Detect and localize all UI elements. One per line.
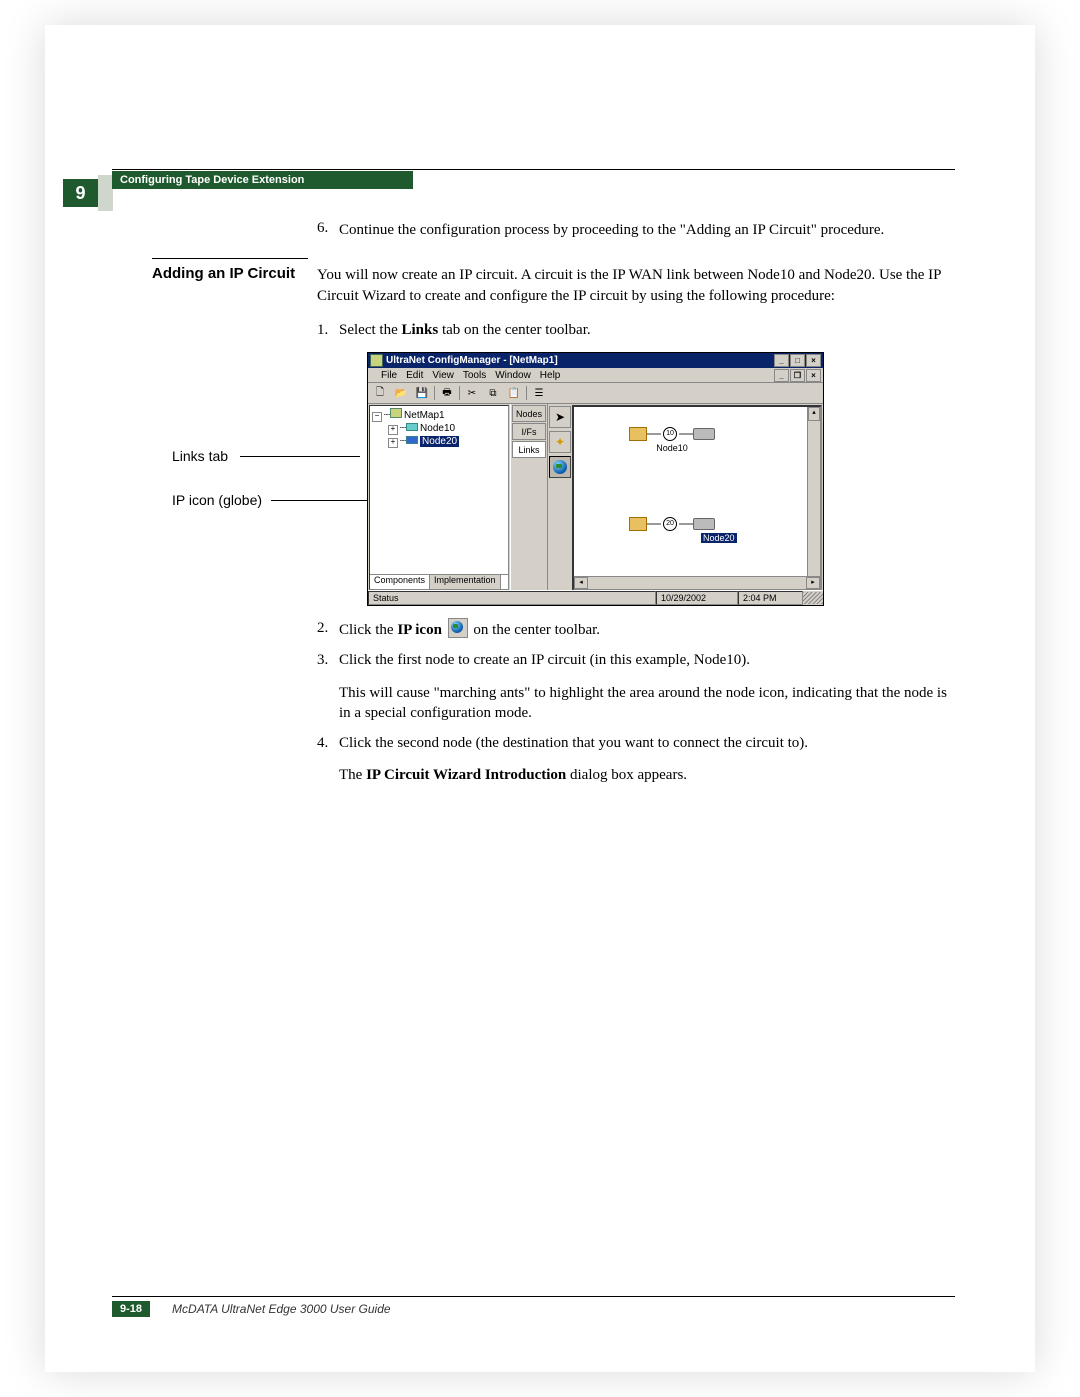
node20-label: Node20 xyxy=(701,533,737,543)
device-icon[interactable] xyxy=(629,427,647,441)
tb-sep xyxy=(526,386,527,400)
mdi-close-button[interactable]: × xyxy=(806,369,821,382)
mdi-restore-button[interactable]: ❐ xyxy=(790,369,805,382)
vtab-nodes[interactable]: Nodes xyxy=(512,405,546,422)
resize-grip[interactable] xyxy=(803,592,823,604)
page-number-badge: 9-18 xyxy=(112,1301,150,1317)
vtab-links[interactable]: Links xyxy=(512,441,546,458)
server-icon[interactable] xyxy=(693,518,715,530)
tb-save[interactable]: 💾 xyxy=(413,384,431,402)
tb-cut[interactable]: ✂ xyxy=(463,384,481,402)
status-time: 2:04 PM xyxy=(738,591,803,605)
tb-props[interactable]: ☰ xyxy=(530,384,548,402)
maximize-button[interactable]: □ xyxy=(790,354,805,367)
tb-open[interactable]: 📂 xyxy=(392,384,410,402)
tree-node20[interactable]: Node20 xyxy=(420,436,459,447)
canvas-vscroll[interactable]: ▴ xyxy=(807,407,820,577)
netmap-icon xyxy=(390,408,402,418)
tool-ip-globe[interactable] xyxy=(549,456,571,478)
minimize-button[interactable]: _ xyxy=(774,354,789,367)
tree-root[interactable]: NetMap1 xyxy=(404,410,445,421)
step3-text: Click the first node to create an IP cir… xyxy=(339,650,952,723)
tree-tab-implementation[interactable]: Implementation xyxy=(430,575,501,589)
step6-number: 6. xyxy=(317,220,339,240)
app-icon xyxy=(370,354,383,367)
menu-file[interactable]: File xyxy=(381,370,397,381)
menu-view[interactable]: View xyxy=(432,370,454,381)
callout-links-line xyxy=(240,456,360,457)
mdi-minimize-button[interactable]: _ xyxy=(774,369,789,382)
step2-text: Click the IP icon on the center toolbar. xyxy=(339,618,952,640)
window-title: UltraNet ConfigManager - [NetMap1] xyxy=(386,355,774,366)
tb-sep xyxy=(434,386,435,400)
tree-expander[interactable]: + xyxy=(388,425,398,435)
section-intro: You will now create an IP circuit. A cir… xyxy=(317,265,952,306)
node10-label: Node10 xyxy=(629,443,715,453)
tree-expander[interactable]: − xyxy=(372,412,382,422)
status-date: 10/29/2002 xyxy=(656,591,738,605)
status-label: Status xyxy=(368,591,656,605)
callout-ip-line xyxy=(271,500,371,501)
tb-print[interactable]: 🖶 xyxy=(438,384,456,402)
step4-number: 4. xyxy=(317,733,339,786)
node20-badge: 20 xyxy=(663,517,677,531)
section-heading: Adding an IP Circuit xyxy=(152,265,317,306)
vtab-ifs[interactable]: I/Fs xyxy=(512,423,546,440)
inline-globe-icon xyxy=(448,618,468,638)
menu-help[interactable]: Help xyxy=(540,370,561,381)
menubar: File Edit View Tools Window Help _ ❐ × xyxy=(368,368,823,383)
section-divider xyxy=(152,258,308,259)
tree-node10[interactable]: Node10 xyxy=(420,423,455,434)
callout-links-tab: Links tab xyxy=(172,448,228,464)
menu-tools[interactable]: Tools xyxy=(463,370,486,381)
step4-text: Click the second node (the destination t… xyxy=(339,733,952,786)
footer: 9-18 McDATA UltraNet Edge 3000 User Guid… xyxy=(112,1296,955,1317)
guide-title: McDATA UltraNet Edge 3000 User Guide xyxy=(172,1302,391,1316)
tb-new[interactable]: 🗋 xyxy=(371,384,389,402)
globe-icon xyxy=(553,460,567,474)
toolbar: 🗋 📂 💾 🖶 ✂ ⧉ 📋 ☰ xyxy=(368,383,823,404)
tool-nodes[interactable]: ✦ xyxy=(549,431,571,453)
header-rule xyxy=(112,169,955,170)
window-titlebar: UltraNet ConfigManager - [NetMap1] _ □ × xyxy=(368,353,823,368)
step1-number: 1. xyxy=(317,320,339,340)
step1-text: Select the Links tab on the center toolb… xyxy=(339,320,952,340)
server-icon[interactable] xyxy=(693,428,715,440)
menu-window[interactable]: Window xyxy=(495,370,531,381)
step3-number: 3. xyxy=(317,650,339,723)
chapter-badge: 9 xyxy=(63,179,98,207)
tb-copy[interactable]: ⧉ xyxy=(484,384,502,402)
device-icon[interactable] xyxy=(629,517,647,531)
figure-screenshot: Links tab IP icon (globe) UltraNet Confi… xyxy=(367,352,822,604)
menu-edit[interactable]: Edit xyxy=(406,370,423,381)
step6-text: Continue the configuration process by pr… xyxy=(339,220,952,240)
close-button[interactable]: × xyxy=(806,354,821,367)
callout-ip-icon: IP icon (globe) xyxy=(172,492,262,508)
canvas[interactable]: 10 Node10 20 Node20 ▴ ◂▸ xyxy=(572,405,822,591)
node-icon xyxy=(406,436,418,444)
node10-badge: 10 xyxy=(663,427,677,441)
header-bar: Configuring Tape Device Extension xyxy=(112,171,413,189)
chapter-badge-shadow xyxy=(98,175,113,211)
tree-tab-components[interactable]: Components xyxy=(370,575,430,589)
step2-number: 2. xyxy=(317,618,339,640)
tool-pointer[interactable]: ➤ xyxy=(549,406,571,428)
node-icon xyxy=(406,423,418,431)
tb-sep xyxy=(459,386,460,400)
tb-paste[interactable]: 📋 xyxy=(505,384,523,402)
tree-pane: −┈NetMap1 +┈Node10 +┈Node20 Components I… xyxy=(369,405,509,590)
tree-expander[interactable]: + xyxy=(388,438,398,448)
canvas-hscroll[interactable]: ◂▸ xyxy=(574,576,820,589)
